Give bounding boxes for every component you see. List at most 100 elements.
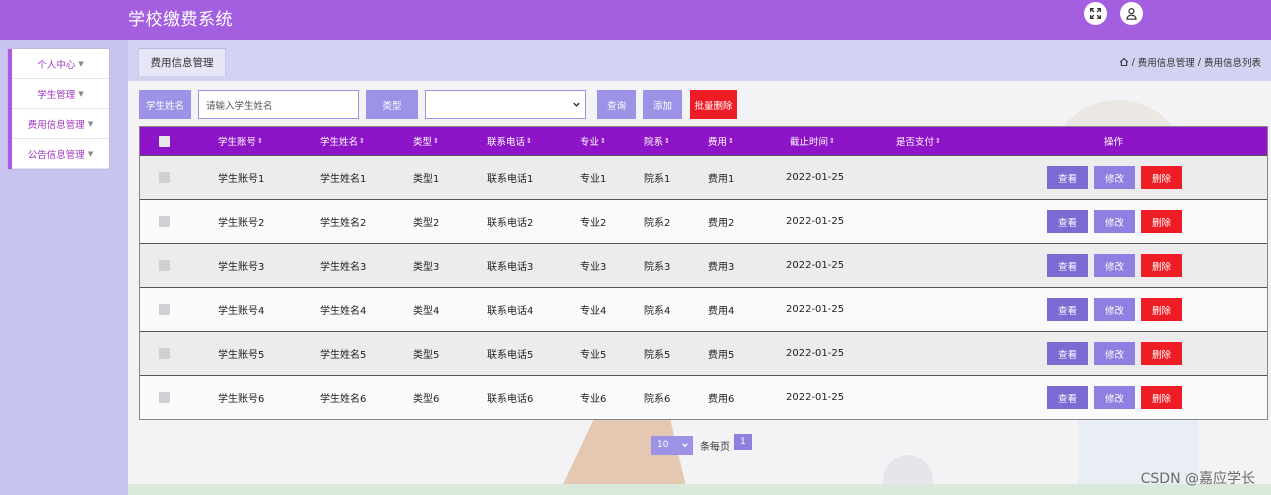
sort-icon: ⇕: [526, 137, 532, 145]
chevron-down-icon: [682, 443, 688, 448]
add-button[interactable]: 添加: [643, 90, 682, 119]
view-button[interactable]: 查看: [1047, 386, 1088, 409]
column-header[interactable]: 类型 ⇕: [413, 127, 439, 155]
cell-type: 类型5: [413, 350, 440, 361]
view-button[interactable]: 查看: [1047, 298, 1088, 321]
column-header[interactable]: 截止时间 ⇕: [790, 127, 835, 155]
home-icon[interactable]: [1119, 57, 1129, 67]
column-header[interactable]: 院系 ⇕: [644, 127, 670, 155]
cell-account: 学生账号3: [218, 262, 265, 273]
row-checkbox[interactable]: [159, 376, 170, 419]
row-checkbox[interactable]: [159, 332, 170, 375]
cell-name: 学生姓名3: [320, 262, 367, 273]
table-row: 学生账号4 学生姓名4 类型4 联系电话4 专业4 院系4 费用4 2022-0…: [140, 287, 1267, 331]
view-button[interactable]: 查看: [1047, 210, 1088, 233]
edit-button[interactable]: 修改: [1094, 386, 1135, 409]
tab-fee-management[interactable]: 费用信息管理: [138, 48, 226, 76]
student-name-input[interactable]: 请输入学生姓名: [198, 90, 359, 119]
breadcrumb: / 费用信息管理 / 费用信息列表: [1119, 55, 1261, 69]
cell-phone: 联系电话5: [487, 350, 534, 361]
sidebar-item-label: 个人中心: [37, 59, 76, 71]
cell-name: 学生姓名2: [320, 218, 367, 229]
delete-button[interactable]: 删除: [1141, 254, 1182, 277]
edit-button[interactable]: 修改: [1094, 298, 1135, 321]
query-button[interactable]: 查询: [597, 90, 636, 119]
breadcrumb-current: 费用信息列表: [1203, 58, 1261, 69]
sort-icon: ⇕: [935, 137, 941, 145]
column-header[interactable]: 学生姓名 ⇕: [320, 127, 365, 155]
breadcrumb-bar: 费用信息管理 / 费用信息管理 / 费用信息列表: [128, 40, 1271, 81]
edit-button[interactable]: 修改: [1094, 166, 1135, 189]
delete-button[interactable]: 删除: [1141, 210, 1182, 233]
fullscreen-icon[interactable]: [1084, 2, 1107, 25]
cell-name: 学生姓名6: [320, 394, 367, 405]
app-title: 学校缴费系统: [128, 10, 233, 30]
page-size-value: 10: [657, 440, 669, 450]
select-all-checkbox[interactable]: [159, 127, 170, 155]
delete-button[interactable]: 删除: [1141, 386, 1182, 409]
row-checkbox[interactable]: [159, 244, 170, 287]
view-button[interactable]: 查看: [1047, 166, 1088, 189]
cell-fee: 费用1: [708, 174, 735, 185]
column-header[interactable]: 联系电话 ⇕: [487, 127, 532, 155]
breadcrumb-separator: /: [1131, 56, 1135, 68]
cell-major: 专业4: [580, 306, 607, 317]
caret-down-icon: ▼: [87, 119, 94, 128]
sidebar-item-label: 公告信息管理: [27, 149, 85, 161]
cell-account: 学生账号6: [218, 394, 265, 405]
edit-button[interactable]: 修改: [1094, 254, 1135, 277]
cell-phone: 联系电话2: [487, 218, 534, 229]
cell-deadline: 2022-01-25: [786, 216, 845, 227]
sidebar-item-personal-center[interactable]: 个人中心 ▼: [12, 49, 109, 79]
cell-dept: 院系6: [644, 394, 671, 405]
delete-button[interactable]: 删除: [1141, 342, 1182, 365]
cell-fee: 费用3: [708, 262, 735, 273]
cell-fee: 费用2: [708, 218, 735, 229]
cell-fee: 费用5: [708, 350, 735, 361]
row-checkbox[interactable]: [159, 288, 170, 331]
watermark: CSDN @嘉应学长: [1140, 471, 1255, 487]
cell-name: 学生姓名4: [320, 306, 367, 317]
sidebar-item-notice-management[interactable]: 公告信息管理 ▼: [12, 139, 109, 169]
cell-deadline: 2022-01-25: [786, 172, 845, 183]
table-row: 学生账号1 学生姓名1 类型1 联系电话1 专业1 院系1 费用1 2022-0…: [140, 155, 1267, 199]
user-icon[interactable]: [1120, 2, 1143, 25]
cell-major: 专业3: [580, 262, 607, 273]
table-row: 学生账号3 学生姓名3 类型3 联系电话3 专业3 院系3 费用3 2022-0…: [140, 243, 1267, 287]
view-button[interactable]: 查看: [1047, 254, 1088, 277]
cell-major: 专业6: [580, 394, 607, 405]
column-header[interactable]: 学生账号 ⇕: [218, 127, 263, 155]
cell-major: 专业5: [580, 350, 607, 361]
cell-fee: 费用6: [708, 394, 735, 405]
fee-table: 学生账号 ⇕ 学生姓名 ⇕ 类型 ⇕ 联系电话 ⇕ 专业 ⇕ 院系 ⇕ 费用 ⇕ 截止时间 ⇕ …: [139, 126, 1268, 420]
sidebar-item-fee-management[interactable]: 费用信息管理 ▼: [12, 109, 109, 139]
page-size-label: 条每页: [700, 441, 730, 453]
sidebar-item-student-management[interactable]: 学生管理 ▼: [12, 79, 109, 109]
breadcrumb-item[interactable]: 费用信息管理: [1138, 55, 1195, 69]
table-row: 学生账号5 学生姓名5 类型5 联系电话5 专业5 院系5 费用5 2022-0…: [140, 331, 1267, 375]
delete-button[interactable]: 删除: [1141, 298, 1182, 321]
delete-button[interactable]: 删除: [1141, 166, 1182, 189]
student-name-label: 学生姓名: [139, 90, 191, 119]
edit-button[interactable]: 修改: [1094, 210, 1135, 233]
column-header[interactable]: 是否支付 ⇕: [896, 127, 941, 155]
row-checkbox[interactable]: [159, 156, 170, 199]
row-checkbox[interactable]: [159, 200, 170, 243]
page-size-select[interactable]: 10: [651, 435, 693, 455]
main-content: 费用信息管理 / 费用信息管理 / 费用信息列表 学生姓名 请输入学生姓名 类型…: [128, 40, 1271, 495]
cell-deadline: 2022-01-25: [786, 304, 845, 315]
cell-phone: 联系电话1: [487, 174, 534, 185]
view-button[interactable]: 查看: [1047, 342, 1088, 365]
column-header[interactable]: 费用 ⇕: [708, 127, 734, 155]
sort-icon: ⇕: [433, 137, 439, 145]
edit-button[interactable]: 修改: [1094, 342, 1135, 365]
chevron-down-icon: [573, 102, 580, 107]
column-header[interactable]: 专业 ⇕: [580, 127, 606, 155]
cell-deadline: 2022-01-25: [786, 260, 845, 271]
footer-strip: [128, 484, 1271, 495]
batch-delete-button[interactable]: 批量删除: [690, 90, 737, 119]
pagination: 10 条每页 1: [651, 434, 752, 455]
cell-dept: 院系1: [644, 174, 671, 185]
page-number-button[interactable]: 1: [734, 434, 752, 450]
type-select[interactable]: [425, 90, 586, 119]
